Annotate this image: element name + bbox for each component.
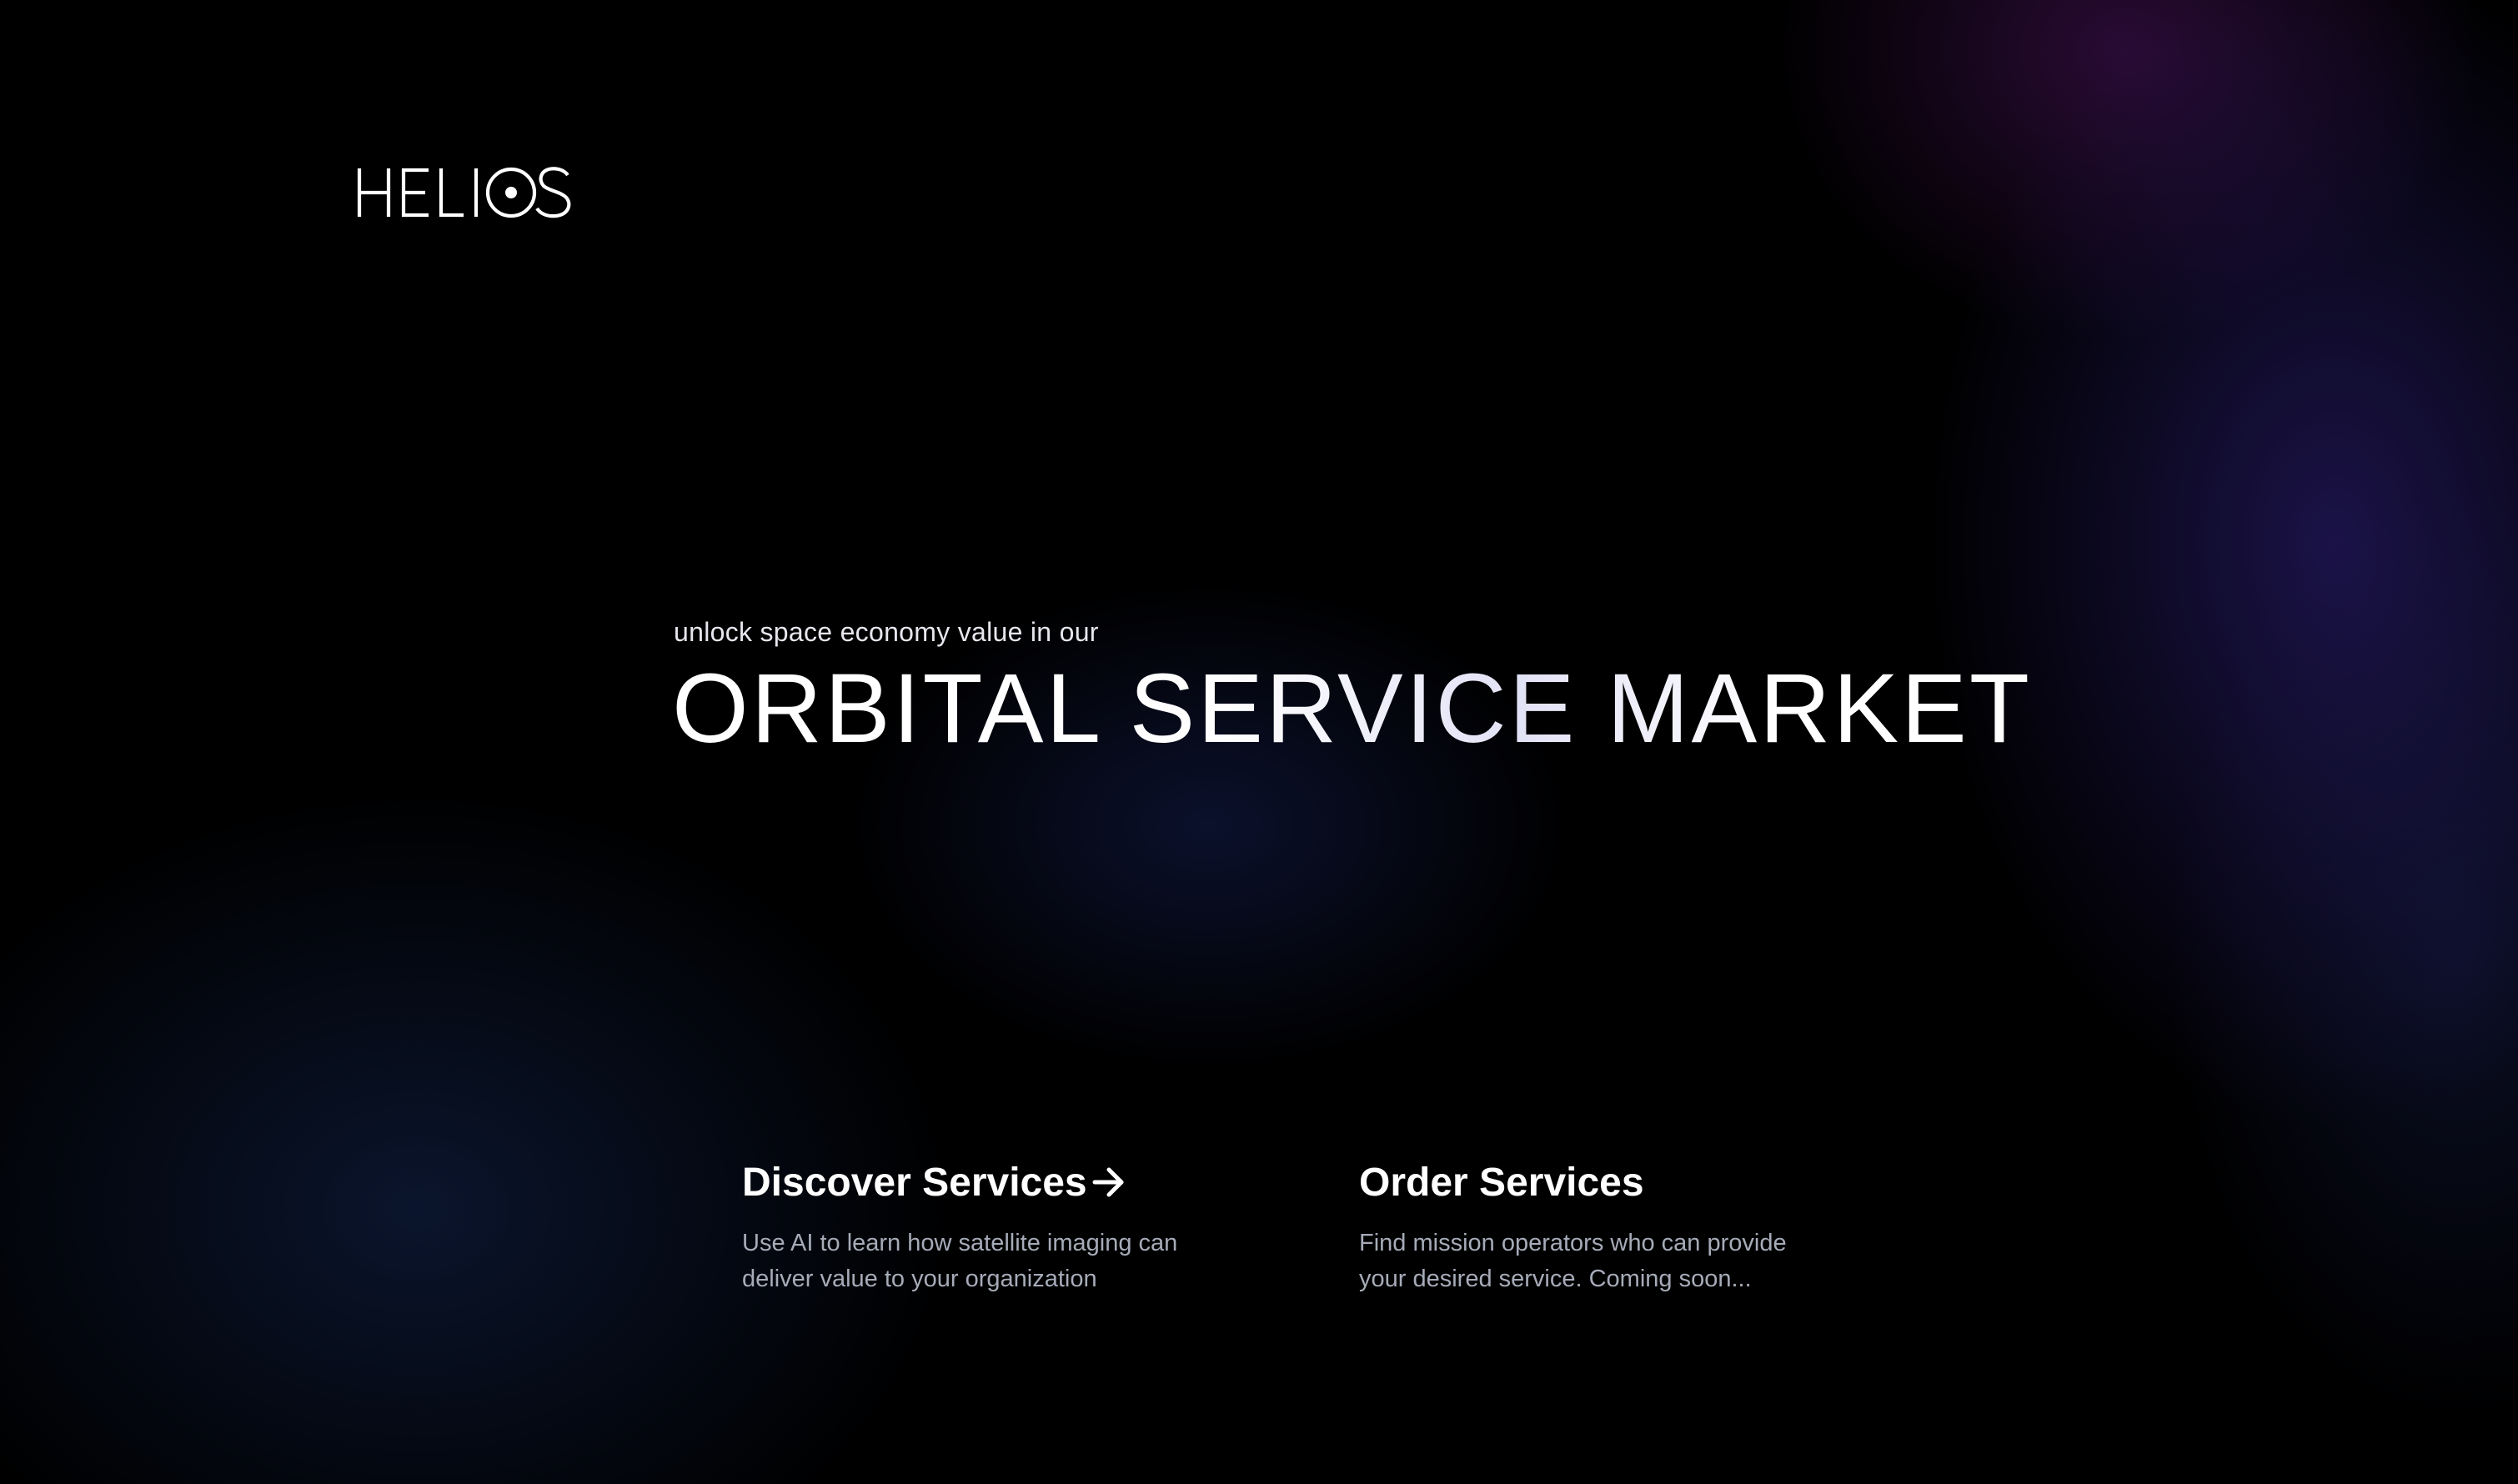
discover-services-title: Discover Services	[742, 1160, 1087, 1205]
discover-services-link[interactable]: Discover Services	[742, 1157, 1242, 1207]
order-services-link[interactable]: Order Services	[1359, 1157, 1859, 1207]
discover-description-line-1: Use AI to learn how satellite imaging ca…	[742, 1230, 1178, 1256]
hero-subtitle: unlock space economy value in our	[674, 617, 1099, 647]
discover-description-line-2: deliver value to your organization	[742, 1266, 1097, 1292]
order-services-title: Order Services	[1359, 1160, 1644, 1205]
discover-services-description: Use AI to learn how satellite imaging ca…	[742, 1226, 1242, 1297]
order-description-line-1: Find mission operators who can provide	[1359, 1230, 1787, 1256]
helios-logo-mark	[357, 167, 571, 218]
arrow-right-icon	[1092, 1167, 1124, 1197]
order-services-card[interactable]: Order Services Find mission operators wh…	[1359, 1157, 1859, 1297]
order-services-description: Find mission operators who can provide y…	[1359, 1226, 1859, 1297]
hero-headline: ORBITAL SERVICE MARKET	[672, 654, 2032, 764]
helios-logo[interactable]: HELIOS	[357, 163, 575, 222]
discover-services-card[interactable]: Discover Services Use AI to learn how sa…	[742, 1157, 1242, 1297]
order-description-line-2: your desired service. Coming soon...	[1359, 1266, 1752, 1292]
